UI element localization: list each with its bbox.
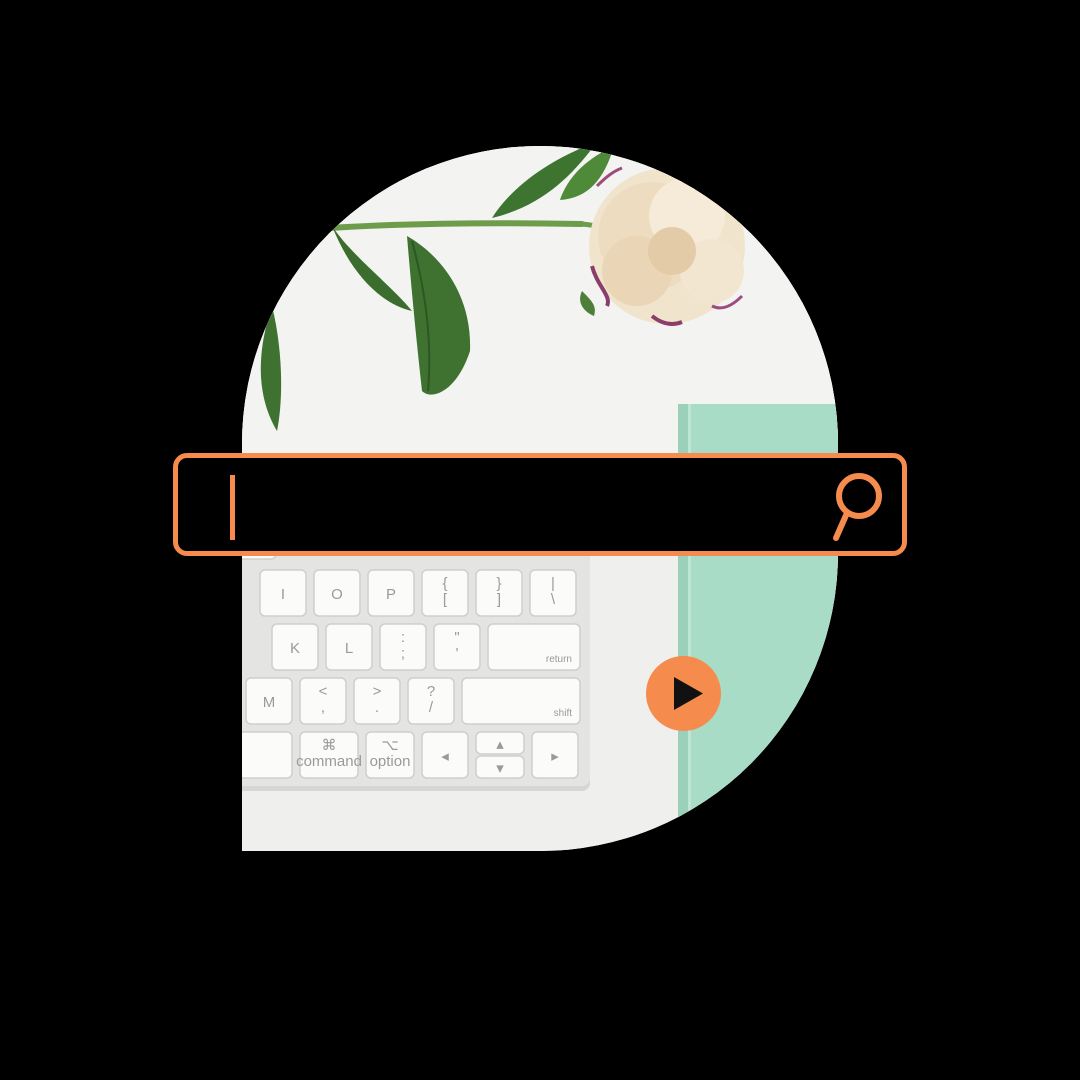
key-option-label: ⌥ xyxy=(381,737,398,754)
key-return-label: return xyxy=(546,654,572,665)
key-option-label: option xyxy=(370,753,411,770)
key-row3-3-label: ? xyxy=(427,683,435,700)
key-row1-2-label: P xyxy=(386,586,396,603)
key-row3-0-label: M xyxy=(263,694,276,711)
search-bar[interactable] xyxy=(173,453,907,556)
search-icon[interactable] xyxy=(828,472,884,546)
key-row3-1-label: < xyxy=(319,683,328,700)
key-row1-0-label: I xyxy=(281,586,285,603)
key-row2-3-label: " xyxy=(454,629,459,646)
key-row2-2-label: : xyxy=(401,629,405,646)
key-row3-2-label: > xyxy=(373,683,382,700)
key-arrow-left-label: ◂ xyxy=(441,748,449,765)
key-row1-5-label: | xyxy=(551,575,555,592)
key-arrow-up-label: ▴ xyxy=(496,736,504,753)
key-row1-4-label: ] xyxy=(497,591,501,608)
key-row3-1-label: , xyxy=(321,699,325,716)
play-button[interactable] xyxy=(646,656,721,731)
key-row3-2-label: . xyxy=(375,699,379,716)
key-row2-3-label: ' xyxy=(456,645,459,662)
search-input[interactable] xyxy=(248,468,812,545)
page-canvas: I O P{[}] | \ K L:; " ' return M <, >.? / shift ⌘ comman… xyxy=(0,0,1080,1080)
key-shift-label: shift xyxy=(554,708,573,719)
play-icon xyxy=(674,677,703,710)
key-row2-1-label: L xyxy=(345,640,353,657)
text-cursor xyxy=(230,475,235,540)
key-arrow-down-label: ▾ xyxy=(496,760,504,777)
key-arrow-right-label: ▸ xyxy=(551,748,559,765)
key-command-label: command xyxy=(296,753,362,770)
key-row2-0-label: K xyxy=(290,640,300,657)
key-row2-2-label: ; xyxy=(401,645,405,662)
key-left-partial xyxy=(242,731,293,779)
key-row1-4-label: } xyxy=(496,575,501,592)
key-command-label: ⌘ xyxy=(322,737,337,754)
key-row1-3-label: { xyxy=(442,575,447,592)
key-row1-1-label: O xyxy=(331,586,343,603)
